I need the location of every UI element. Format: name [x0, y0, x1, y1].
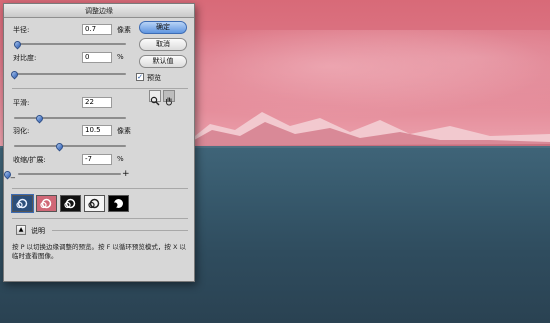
- radius-label: 半径:: [13, 26, 30, 34]
- contract-expand-input[interactable]: -7: [82, 154, 112, 165]
- ok-button[interactable]: 确定: [139, 21, 187, 34]
- feather-unit: 像素: [117, 127, 131, 135]
- contract-expand-unit: %: [117, 155, 124, 163]
- contrast-label: 对比度:: [13, 54, 37, 62]
- mask-mode-icon[interactable]: [108, 195, 129, 212]
- quick-mask-mode-icon[interactable]: [36, 195, 57, 212]
- section-divider: [12, 218, 188, 219]
- contract-expand-slider-track[interactable]: [18, 173, 121, 175]
- feather-input[interactable]: 10.5: [82, 125, 112, 136]
- plus-label: +: [122, 169, 130, 179]
- feather-slider-thumb[interactable]: [54, 141, 65, 152]
- refine-edge-dialog: 调整边缘 半径: 0.7 像素 对比度: 0 % 平滑: 22 羽化: 10.5…: [2, 3, 195, 282]
- default-button[interactable]: 默认值: [139, 55, 187, 68]
- cancel-button[interactable]: 取消: [139, 38, 187, 51]
- dialog-title[interactable]: 调整边缘: [4, 4, 194, 18]
- radius-slider-thumb[interactable]: [12, 39, 23, 50]
- standard-mode-icon[interactable]: [11, 194, 34, 213]
- smooth-label: 平滑:: [13, 99, 30, 107]
- contrast-slider-thumb[interactable]: [9, 69, 20, 80]
- smooth-input[interactable]: 22: [82, 97, 112, 108]
- zoom-tool-icon[interactable]: [149, 90, 161, 106]
- on-black-mode-icon[interactable]: [60, 195, 81, 212]
- feather-slider-track[interactable]: [14, 145, 126, 147]
- preview-checkbox[interactable]: ✓: [136, 73, 144, 81]
- description-label: 说明: [31, 227, 45, 235]
- feather-label: 羽化:: [13, 127, 30, 135]
- smooth-slider-thumb[interactable]: [34, 113, 45, 124]
- description-toggle-icon[interactable]: ▲: [16, 225, 26, 235]
- contrast-slider-track[interactable]: [14, 73, 126, 75]
- description-divider: [52, 230, 188, 231]
- on-white-mode-icon[interactable]: [84, 195, 105, 212]
- smooth-slider-track[interactable]: [14, 117, 126, 119]
- radius-slider-track[interactable]: [14, 43, 126, 45]
- contract-expand-label: 收缩/扩展:: [13, 156, 46, 164]
- contrast-input[interactable]: 0: [82, 52, 112, 63]
- radius-input[interactable]: 0.7: [82, 24, 112, 35]
- help-text: 按 P 以切换边缘调整的预览。按 F 以循环预览模式，按 X 以临时查看图像。: [12, 243, 187, 260]
- section-divider: [12, 88, 188, 89]
- hand-tool-icon[interactable]: [163, 90, 175, 106]
- preview-label: 预览: [147, 74, 161, 82]
- contrast-unit: %: [117, 53, 124, 61]
- section-divider: [12, 188, 188, 189]
- radius-unit: 像素: [117, 26, 131, 34]
